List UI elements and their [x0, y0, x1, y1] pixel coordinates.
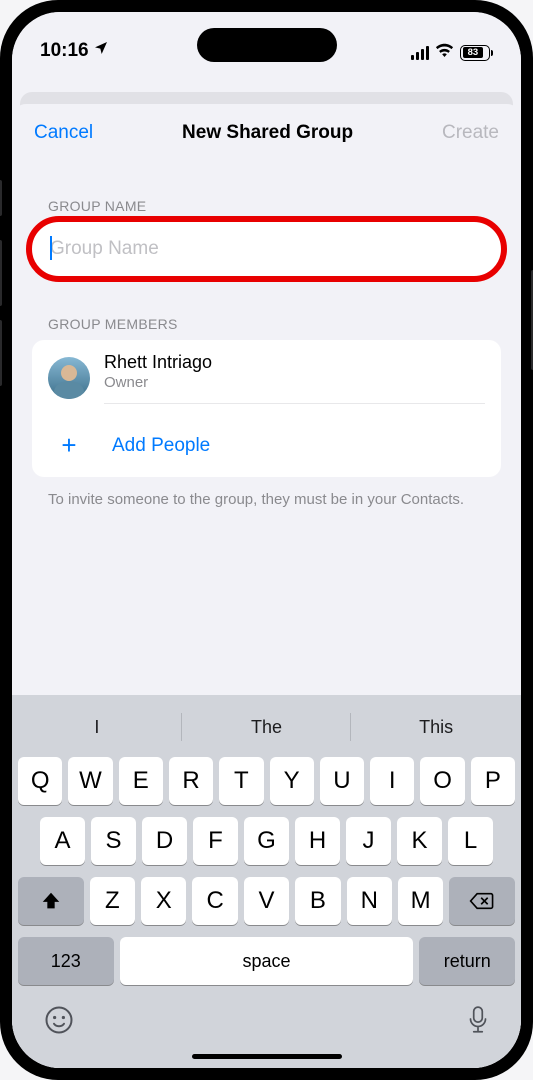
members-card: Rhett Intriago Owner + Add People — [32, 340, 501, 477]
group-name-label: GROUP NAME — [12, 198, 521, 214]
avatar — [48, 357, 90, 399]
key-m[interactable]: M — [398, 877, 443, 925]
numbers-key[interactable]: 123 — [18, 937, 114, 985]
key-c[interactable]: C — [192, 877, 237, 925]
key-h[interactable]: H — [295, 817, 340, 865]
key-y[interactable]: Y — [270, 757, 314, 805]
new-group-modal: Cancel New Shared Group Create GROUP NAM… — [12, 104, 521, 1068]
suggestion-2[interactable]: The — [182, 703, 352, 751]
key-v[interactable]: V — [244, 877, 289, 925]
key-s[interactable]: S — [91, 817, 136, 865]
key-p[interactable]: P — [471, 757, 515, 805]
key-f[interactable]: F — [193, 817, 238, 865]
suggestion-3[interactable]: This — [351, 703, 521, 751]
status-time: 10:16 — [40, 40, 89, 62]
add-people-label: Add People — [112, 435, 210, 457]
member-role: Owner — [104, 374, 485, 391]
key-o[interactable]: O — [420, 757, 464, 805]
suggestion-1[interactable]: I — [12, 703, 182, 751]
create-button[interactable]: Create — [442, 122, 499, 144]
group-members-label: GROUP MEMBERS — [12, 316, 521, 332]
wifi-icon — [435, 43, 454, 62]
key-k[interactable]: K — [397, 817, 442, 865]
space-key[interactable]: space — [120, 937, 414, 985]
group-name-input[interactable] — [32, 222, 501, 276]
keyboard: I The This QWERTYUIOP ASDFGHJKL ZXCVBNM — [12, 695, 521, 1068]
key-i[interactable]: I — [370, 757, 414, 805]
text-cursor — [50, 236, 52, 260]
member-name: Rhett Intriago — [104, 352, 485, 373]
key-u[interactable]: U — [320, 757, 364, 805]
emoji-key[interactable] — [44, 1005, 74, 1042]
key-q[interactable]: Q — [18, 757, 62, 805]
key-j[interactable]: J — [346, 817, 391, 865]
key-r[interactable]: R — [169, 757, 213, 805]
dictation-key[interactable] — [467, 1005, 489, 1042]
cellular-icon — [411, 46, 429, 60]
backspace-key[interactable] — [449, 877, 515, 925]
return-key[interactable]: return — [419, 937, 515, 985]
key-x[interactable]: X — [141, 877, 186, 925]
modal-title: New Shared Group — [182, 122, 353, 144]
plus-icon: + — [48, 430, 90, 461]
suggestion-bar: I The This — [12, 703, 521, 751]
key-d[interactable]: D — [142, 817, 187, 865]
home-indicator[interactable] — [192, 1054, 342, 1059]
key-n[interactable]: N — [347, 877, 392, 925]
member-row[interactable]: Rhett Intriago Owner — [32, 340, 501, 416]
cancel-button[interactable]: Cancel — [34, 122, 93, 144]
add-people-button[interactable]: + Add People — [32, 416, 501, 477]
hint-text: To invite someone to the group, they mus… — [12, 477, 521, 510]
key-z[interactable]: Z — [90, 877, 135, 925]
key-a[interactable]: A — [40, 817, 85, 865]
key-t[interactable]: T — [219, 757, 263, 805]
modal-header: Cancel New Shared Group Create — [12, 104, 521, 152]
location-icon — [93, 40, 109, 62]
shift-key[interactable] — [18, 877, 84, 925]
key-b[interactable]: B — [295, 877, 340, 925]
key-e[interactable]: E — [119, 757, 163, 805]
key-g[interactable]: G — [244, 817, 289, 865]
key-l[interactable]: L — [448, 817, 493, 865]
battery-icon: 83 — [460, 45, 493, 61]
key-w[interactable]: W — [68, 757, 112, 805]
